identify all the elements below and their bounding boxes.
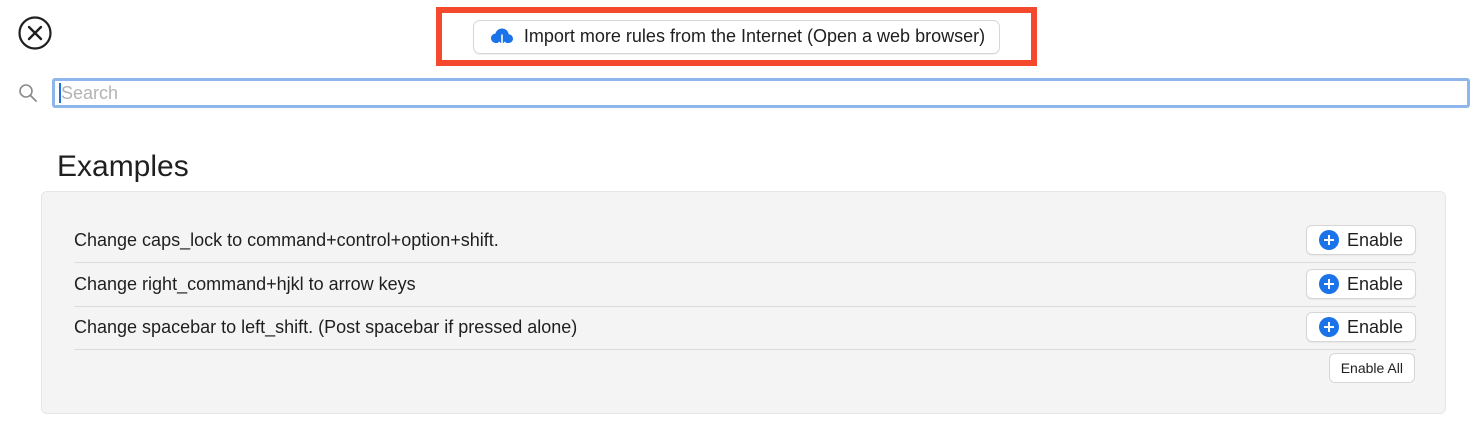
import-rules-label: Import more rules from the Internet (Ope… [523,26,986,46]
rule-row: Change right_command+hjkl to arrow keys … [74,262,1416,307]
rule-label: Change right_command+hjkl to arrow keys [74,273,416,294]
enable-button[interactable]: Enable [1305,269,1416,299]
rule-label: Change spacebar to left_shift. (Post spa… [74,316,578,337]
enable-button-label: Enable [1346,273,1403,294]
import-rules-button[interactable]: Import more rules from the Internet (Ope… [472,19,1001,54]
examples-panel: Change caps_lock to command+control+opti… [41,191,1446,414]
examples-title: Examples [57,150,189,183]
cloud-download-icon [490,27,514,47]
enable-button-label: Enable [1346,316,1403,337]
text-caret [59,83,61,103]
enable-button[interactable]: Enable [1305,312,1416,342]
close-circle-icon [18,16,52,50]
search-icon [19,84,37,102]
rule-row: Change spacebar to left_shift. (Post spa… [74,305,1416,350]
enable-button[interactable]: Enable [1305,225,1416,255]
close-button[interactable] [17,15,53,51]
enable-button-label: Enable [1346,229,1403,250]
plus-circle-icon [1318,317,1339,337]
rule-row: Change caps_lock to command+control+opti… [74,218,1416,263]
highlight-frame: Import more rules from the Internet (Ope… [436,7,1037,66]
import-rules-window: Import more rules from the Internet (Ope… [0,0,1482,430]
plus-circle-icon [1318,274,1339,294]
search-input[interactable] [52,78,1470,108]
enable-all-button[interactable]: Enable All [1328,353,1415,383]
rule-label: Change caps_lock to command+control+opti… [74,229,499,250]
plus-circle-icon [1318,230,1339,250]
